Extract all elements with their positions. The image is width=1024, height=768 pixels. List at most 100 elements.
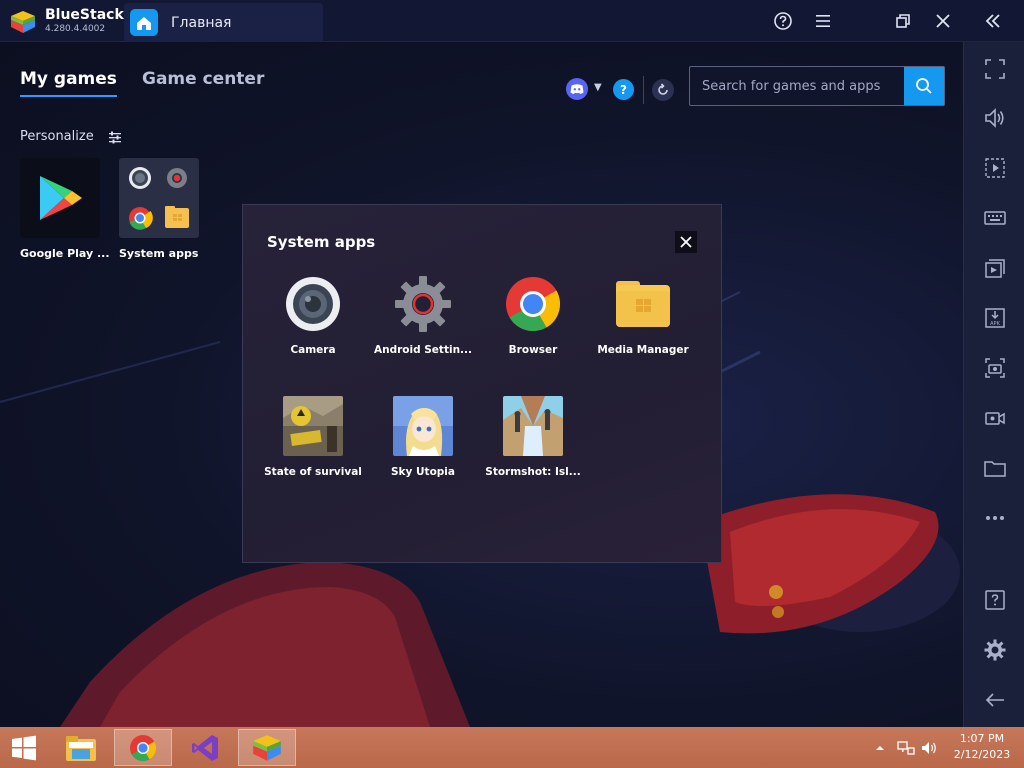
apk-install-button[interactable]: APK [982, 305, 1008, 331]
app-tile-system-apps[interactable] [119, 158, 199, 238]
refresh-icon [658, 83, 668, 95]
menu-button[interactable] [810, 8, 836, 34]
collapse-sidebar-button[interactable] [980, 8, 1006, 34]
record-button[interactable] [982, 405, 1008, 431]
search-button[interactable] [904, 67, 944, 105]
chrome-icon [130, 734, 157, 761]
more-icon [986, 516, 1004, 520]
back-button[interactable] [982, 687, 1008, 713]
system-app-sky-utopia[interactable]: Sky Utopia [368, 396, 478, 496]
tray-show-hidden[interactable] [875, 727, 885, 768]
right-toolbar: APK [963, 42, 1024, 727]
refresh-button[interactable] [652, 79, 674, 101]
screenshot-button[interactable] [982, 355, 1008, 381]
fullscreen-button[interactable] [982, 56, 1008, 82]
folder-icon [129, 167, 189, 230]
system-app-label: Sky Utopia [390, 466, 455, 478]
search-box [689, 66, 945, 106]
taskbar-clock[interactable]: 1:07 PM 2/12/2023 [948, 731, 1016, 763]
tab-home[interactable]: Главная [124, 3, 323, 42]
help-button[interactable] [982, 587, 1008, 613]
taskbar-chrome[interactable] [114, 729, 172, 766]
system-app-media-manager[interactable]: Media Manager [588, 275, 698, 375]
game-thumbnail-sky-utopia [393, 396, 453, 456]
collapse-sidebar-icon [985, 14, 1000, 28]
home-icon [130, 9, 158, 36]
system-app-label: Browser [508, 344, 558, 356]
apk-install-icon: APK [985, 308, 1005, 328]
system-app-browser[interactable]: Browser [478, 275, 588, 375]
system-app-android-settings[interactable]: Android Settin... [368, 275, 478, 375]
system-app-label: Stormshot: Isl... [485, 466, 581, 478]
taskbar-bluestacks[interactable] [238, 729, 296, 766]
record-icon [985, 412, 1005, 425]
back-icon [985, 693, 1004, 707]
tab-home-label: Главная [171, 15, 232, 31]
clock-time: 1:07 PM [959, 732, 1005, 745]
taskbar-visual-studio[interactable] [176, 729, 234, 766]
system-app-label: Media Manager [597, 344, 689, 356]
volume-icon [922, 741, 936, 754]
restore-button[interactable] [890, 8, 916, 34]
restore-icon [896, 14, 910, 28]
close-icon [936, 14, 950, 28]
system-app-state-of-survival[interactable]: State of survival [258, 396, 368, 496]
app-tile-google-play[interactable] [20, 158, 100, 238]
help-icon [985, 590, 1005, 610]
screen-capture-icon [985, 158, 1005, 178]
popup-close-button[interactable] [675, 231, 697, 253]
tab-game-center[interactable]: Game center [142, 69, 264, 89]
clock-date: 2/12/2023 [953, 748, 1011, 761]
google-play-icon [40, 176, 82, 220]
title-bar: BlueStacks 4.280.4.4002 Главная [0, 0, 1024, 42]
chevron-down-icon[interactable]: ▼ [594, 82, 602, 93]
tab-my-games[interactable]: My games [20, 69, 117, 89]
media-folder-icon [616, 281, 670, 327]
game-thumbnail-stormshot [503, 396, 563, 456]
fullscreen-icon [985, 59, 1005, 79]
settings-icon [984, 639, 1006, 661]
volume-icon [985, 108, 1004, 128]
help-button[interactable] [770, 8, 796, 34]
personalize-label[interactable]: Personalize [20, 129, 94, 144]
system-app-label: State of survival [264, 466, 362, 478]
more-button[interactable] [982, 505, 1008, 531]
system-app-stormshot[interactable]: Stormshot: Isl... [478, 396, 588, 496]
network-icon [897, 740, 915, 755]
app-brand: BlueStacks 4.280.4.4002 [8, 6, 132, 36]
settings-gear-icon [395, 276, 451, 332]
sliders-icon[interactable] [108, 131, 122, 144]
close-window-button[interactable] [930, 8, 956, 34]
close-icon [680, 236, 692, 248]
search-input[interactable] [690, 67, 904, 105]
volume-button[interactable] [982, 105, 1008, 131]
system-app-camera[interactable]: Camera [258, 275, 368, 375]
media-icon [985, 259, 1005, 278]
folder-icon [984, 461, 1006, 477]
screenshot-icon [985, 358, 1005, 378]
bluestacks-logo-icon [11, 11, 35, 33]
keyboard-icon [984, 211, 1006, 225]
active-tab-indicator [20, 95, 117, 97]
taskbar-file-explorer[interactable] [52, 729, 110, 766]
system-apps-popup: System apps Camera Android Settin... Bro… [242, 204, 722, 563]
app-label-system-apps: System apps [119, 247, 199, 260]
windows-logo-icon [12, 735, 36, 760]
app-label-google-play: Google Play ... [20, 247, 110, 260]
system-app-label: Android Settin... [373, 344, 473, 356]
screen-capture-button[interactable] [982, 155, 1008, 181]
search-icon [916, 78, 932, 94]
bluestacks-logo-icon [253, 734, 281, 761]
folder-button[interactable] [982, 455, 1008, 481]
start-button[interactable] [0, 729, 48, 766]
system-app-label: Camera [290, 344, 336, 356]
settings-button[interactable] [982, 637, 1008, 663]
help-circle-icon[interactable]: ? [613, 79, 634, 100]
discord-icon[interactable] [565, 78, 589, 100]
tray-volume[interactable] [921, 727, 939, 768]
media-button[interactable] [982, 255, 1008, 281]
keyboard-button[interactable] [982, 205, 1008, 231]
app-name: BlueStacks [45, 7, 133, 23]
windows-taskbar: 1:07 PM 2/12/2023 [0, 727, 1024, 768]
tray-network[interactable] [897, 727, 915, 768]
